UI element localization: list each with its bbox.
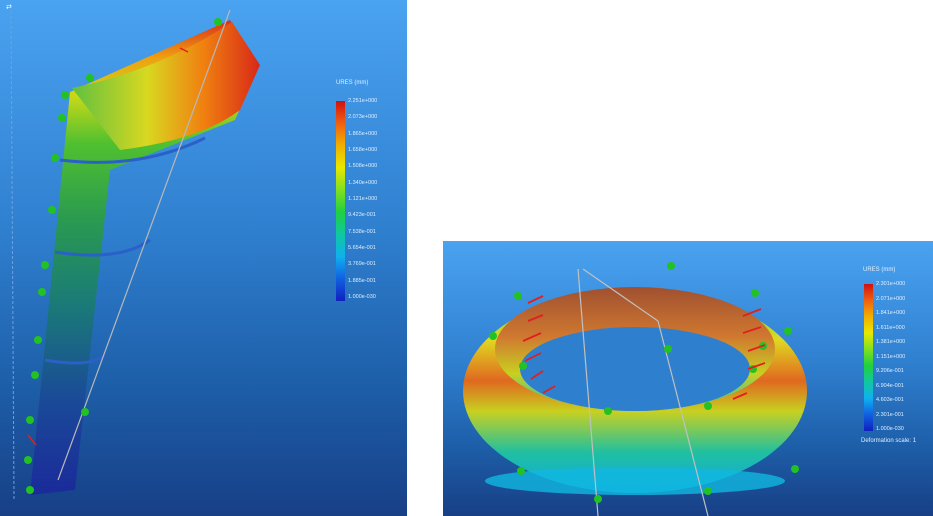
legend-tick-label: 2.301e-001: [876, 411, 904, 418]
legend-tick-label: 4.603e-001: [876, 397, 904, 403]
legend-tick-label: 6.904e-001: [876, 382, 904, 389]
legend-tick-label: 9.423e-001: [348, 212, 376, 219]
legend-tick-label: 1.865e+000: [348, 130, 378, 137]
legend-tick-label: 2.251e+000: [348, 98, 378, 104]
legend-tick-label: 5.654e-001: [348, 245, 376, 251]
legend-tick-label: 1.841e+000: [876, 310, 906, 316]
ring-hole: [520, 327, 750, 411]
legend-tick-label: 1.340e+000: [348, 179, 378, 186]
right-analysis-viewport[interactable]: URES (mm) 2.301e+000 2.071e+000 1.841e+000…: [443, 241, 933, 516]
legend-title: URES (mm): [863, 267, 896, 273]
legend-tick-label: 1.611e+000: [876, 324, 905, 331]
legend-tick-label: 1.121e+000: [348, 196, 378, 202]
legend-color-bar: [864, 284, 873, 431]
deformation-scale-label: Deformation scale: 1: [861, 438, 917, 444]
legend-color-bar: [336, 101, 345, 301]
blade-model-render: ⇄: [6, 4, 260, 501]
legend-title: URES (mm): [336, 80, 369, 86]
legend-tick-label: 2.073e+000: [348, 114, 378, 121]
axis-triad-icon: ⇄: [6, 4, 12, 11]
legend-tick-label: 1.381e+000: [876, 339, 906, 345]
legend-tick-label: 1.000e-030: [348, 294, 376, 300]
legend-tick-label: 2.071e+000: [876, 295, 906, 302]
legend-tick-label: 1.000e-030: [876, 426, 904, 432]
ring-model-render: [463, 262, 807, 516]
left-analysis-viewport[interactable]: ⇄ URES (mm) 2.251e+000 2.073e+000 1.865e+0…: [0, 0, 407, 516]
legend-tick-label: 1.508e+000: [348, 163, 378, 170]
legend-tick-label: 7.538e-001: [348, 228, 376, 235]
legend-tick-label: 1.885e-001: [348, 277, 376, 284]
legend-tick-label: 2.301e+000: [876, 281, 906, 287]
legend-tick-label: 1.658e+000: [348, 147, 378, 153]
legend-tick-label: 9.206e-001: [876, 368, 904, 374]
legend-tick-label: 1.151e+000: [876, 353, 906, 360]
legend-tick-label: 3.769e-001: [348, 261, 376, 268]
